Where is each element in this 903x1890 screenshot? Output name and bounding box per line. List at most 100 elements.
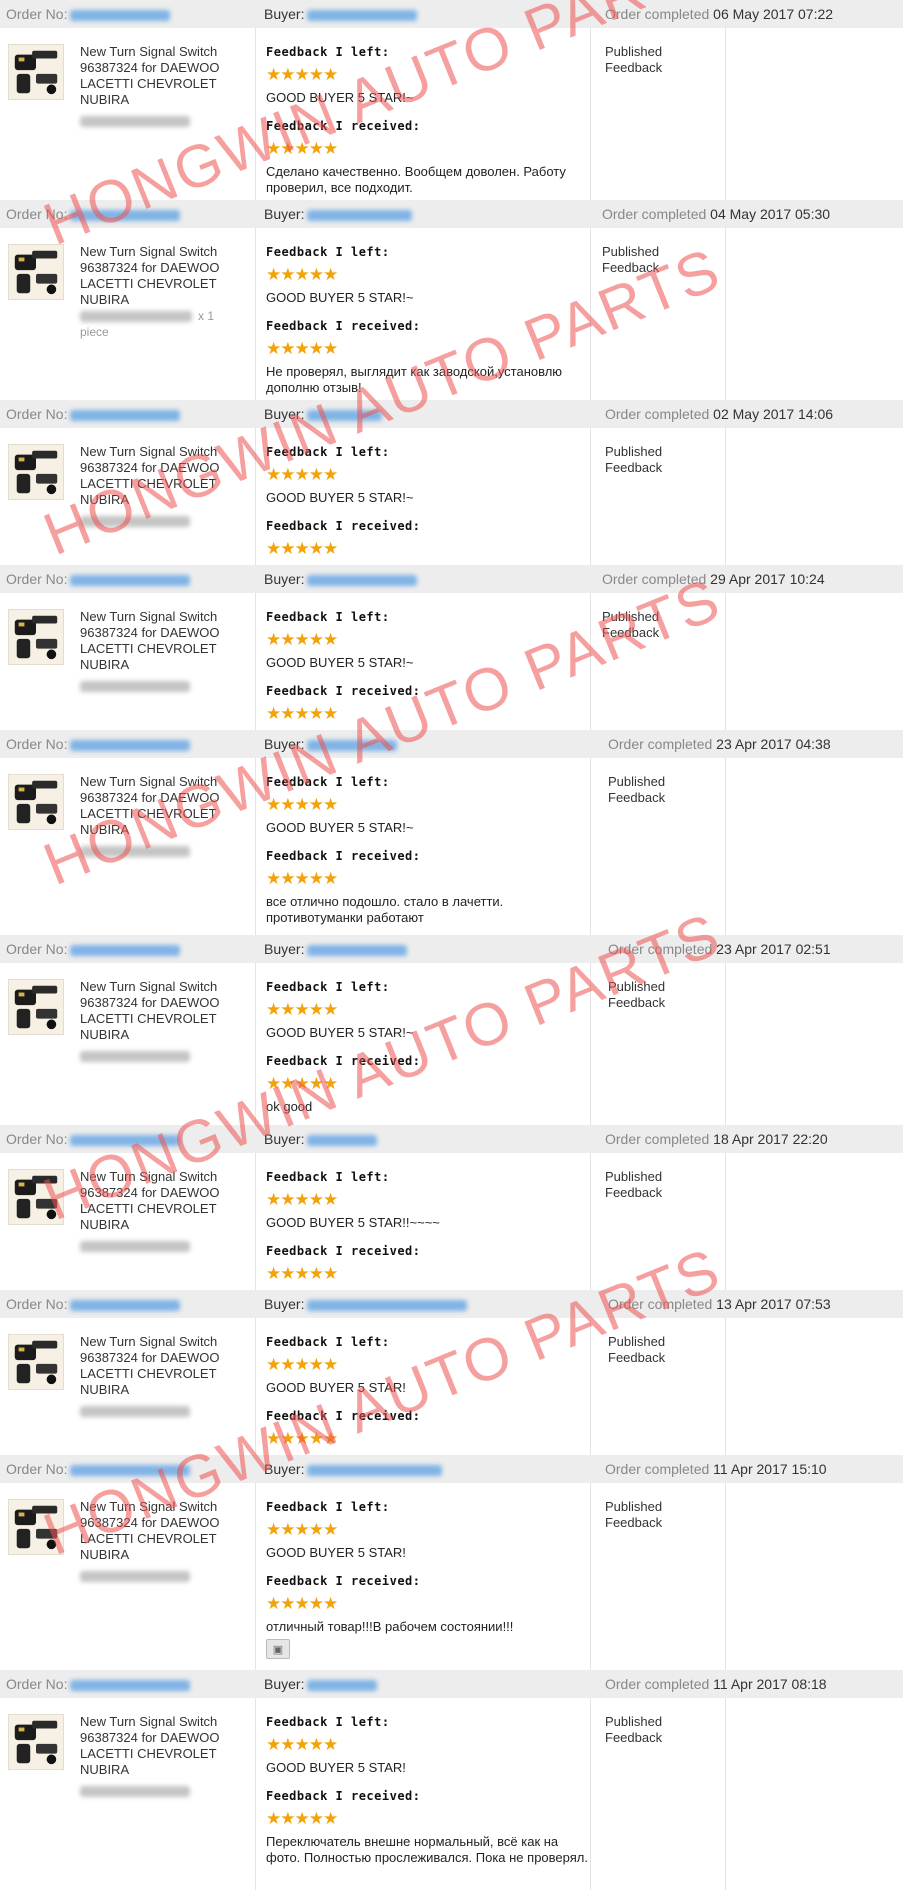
buyer-name-link[interactable]	[307, 739, 398, 751]
feedback-status: Published Feedback	[602, 609, 659, 641]
product-thumbnail-icon[interactable]	[8, 1714, 64, 1770]
order-completed: Order completed 23 Apr 2017 02:51	[608, 941, 831, 957]
product-thumbnail-icon[interactable]	[8, 44, 64, 100]
buyer-name-link[interactable]	[307, 1134, 378, 1146]
buyer[interactable]: Buyer:	[264, 571, 418, 587]
order-number[interactable]: Order No:	[6, 571, 191, 587]
photo-attachment-icon[interactable]: ▣	[266, 1639, 290, 1659]
product-thumbnail-icon[interactable]	[8, 1169, 64, 1225]
buyer-name-link[interactable]	[307, 9, 418, 21]
buyer-name-link[interactable]	[307, 1464, 443, 1476]
feedback-status: Published Feedback	[605, 444, 662, 476]
product-title[interactable]: New Turn Signal Switch 96387324 for DAEW…	[80, 444, 250, 508]
order-number-link[interactable]	[70, 409, 181, 421]
column-divider	[725, 1483, 726, 1670]
buyer-name-link[interactable]	[307, 409, 383, 421]
buyer-name-link[interactable]	[307, 574, 418, 586]
product-thumbnail-icon[interactable]	[8, 1334, 64, 1390]
column-divider	[725, 228, 726, 400]
order-number-label: Order No:	[6, 736, 68, 752]
order-number-label: Order No:	[6, 941, 68, 957]
feedback-received-heading: Feedback I received:	[266, 519, 421, 533]
feedback-left-heading: Feedback I left:	[266, 1170, 390, 1184]
order-number[interactable]: Order No:	[6, 406, 181, 422]
order-number-link[interactable]	[70, 739, 191, 751]
order-number-link[interactable]	[70, 574, 191, 586]
order-completed: Order completed 11 Apr 2017 15:10	[605, 1461, 827, 1477]
product-title[interactable]: New Turn Signal Switch 96387324 for DAEW…	[80, 44, 250, 108]
buyer[interactable]: Buyer:	[264, 6, 418, 22]
order-header: Order No: Buyer: Order completed 13 Apr 20…	[0, 1290, 903, 1318]
order-completed-date: 29 Apr 2017 10:24	[710, 571, 825, 587]
status-published: Published	[605, 444, 663, 459]
feedback-left-stars: ★★★★★	[266, 1000, 338, 1019]
feedback-column: Feedback I left: ★★★★★ GOOD BUYER 5 STAR!~…	[266, 979, 596, 1115]
product-title[interactable]: New Turn Signal Switch 96387324 for DAEW…	[80, 774, 250, 838]
order-completed: Order completed 06 May 2017 07:22	[605, 6, 833, 22]
order-number[interactable]: Order No:	[6, 206, 181, 222]
order-number[interactable]: Order No:	[6, 736, 191, 752]
order-number[interactable]: Order No:	[6, 1461, 191, 1477]
quantity-unit: piece	[80, 325, 109, 339]
order-number-link[interactable]	[70, 944, 181, 956]
product-title[interactable]: New Turn Signal Switch 96387324 for DAEW…	[80, 1499, 250, 1563]
feedback-column: Feedback I left: ★★★★★ GOOD BUYER 5 STAR! F…	[266, 1714, 596, 1866]
product-price-blurred	[80, 116, 190, 128]
order-completed: Order completed 11 Apr 2017 08:18	[605, 1676, 827, 1692]
order-number-link[interactable]	[70, 1464, 191, 1476]
buyer[interactable]: Buyer:	[264, 406, 383, 422]
feedback-received-heading: Feedback I received:	[266, 1054, 421, 1068]
buyer[interactable]: Buyer:	[264, 1296, 468, 1312]
feedback-received-heading: Feedback I received:	[266, 1244, 421, 1258]
order-number-link[interactable]	[70, 209, 181, 221]
feedback-left-text: GOOD BUYER 5 STAR!	[266, 1760, 406, 1775]
buyer[interactable]: Buyer:	[264, 206, 413, 222]
feedback-left-stars: ★★★★★	[266, 1735, 338, 1754]
order-number[interactable]: Order No:	[6, 1676, 191, 1692]
buyer-name-link[interactable]	[307, 209, 413, 221]
product-thumbnail-icon[interactable]	[8, 979, 64, 1035]
product-thumbnail-icon[interactable]	[8, 444, 64, 500]
buyer-name-link[interactable]	[307, 1299, 468, 1311]
product-title[interactable]: New Turn Signal Switch 96387324 for DAEW…	[80, 1334, 250, 1398]
product-title[interactable]: New Turn Signal Switch 96387324 for DAEW…	[80, 1169, 250, 1233]
buyer-name-link[interactable]	[307, 1679, 378, 1691]
product-thumbnail-icon[interactable]	[8, 609, 64, 665]
status-published: Published	[605, 44, 663, 59]
buyer[interactable]: Buyer:	[264, 736, 398, 752]
order-number[interactable]: Order No:	[6, 1131, 181, 1147]
feedback-received-stars: ★★★★★	[266, 704, 338, 723]
order-number-link[interactable]	[70, 9, 171, 21]
buyer[interactable]: Buyer:	[264, 1131, 378, 1147]
product-thumbnail-icon[interactable]	[8, 1499, 64, 1555]
order-card: Order No: Buyer: Order completed 23 Apr 20…	[0, 730, 903, 935]
order-number[interactable]: Order No:	[6, 941, 181, 957]
order-number-link[interactable]	[70, 1299, 181, 1311]
order-header: Order No: Buyer: Order completed 29 Apr 20…	[0, 565, 903, 593]
order-body: New Turn Signal Switch 96387324 for DAEW…	[0, 1318, 903, 1455]
order-number[interactable]: Order No:	[6, 1296, 181, 1312]
status-published: Published	[608, 774, 666, 789]
order-number-link[interactable]	[70, 1679, 191, 1691]
product-price-blurred	[80, 516, 190, 528]
buyer[interactable]: Buyer:	[264, 941, 408, 957]
column-divider	[725, 1318, 726, 1455]
product-title[interactable]: New Turn Signal Switch 96387324 for DAEW…	[80, 609, 250, 673]
product-title[interactable]: New Turn Signal Switch 96387324 for DAEW…	[80, 979, 250, 1043]
status-published: Published	[602, 609, 660, 624]
product-title[interactable]: New Turn Signal Switch 96387324 for DAEW…	[80, 244, 250, 308]
product-thumbnail-icon[interactable]	[8, 244, 64, 300]
product-title[interactable]: New Turn Signal Switch 96387324 for DAEW…	[80, 1714, 250, 1778]
feedback-left-heading: Feedback I left:	[266, 610, 390, 624]
order-completed-label: Order completed	[602, 571, 707, 587]
product-thumbnail-icon[interactable]	[8, 774, 64, 830]
buyer[interactable]: Buyer:	[264, 1461, 443, 1477]
order-header: Order No: Buyer: Order completed 23 Apr 20…	[0, 935, 903, 963]
order-completed-date: 11 Apr 2017 08:18	[713, 1676, 827, 1692]
order-number[interactable]: Order No:	[6, 6, 171, 22]
column-divider	[725, 28, 726, 200]
buyer-name-link[interactable]	[307, 944, 408, 956]
order-number-link[interactable]	[70, 1134, 181, 1146]
buyer[interactable]: Buyer:	[264, 1676, 378, 1692]
status-feedback: Feedback	[608, 995, 666, 1010]
